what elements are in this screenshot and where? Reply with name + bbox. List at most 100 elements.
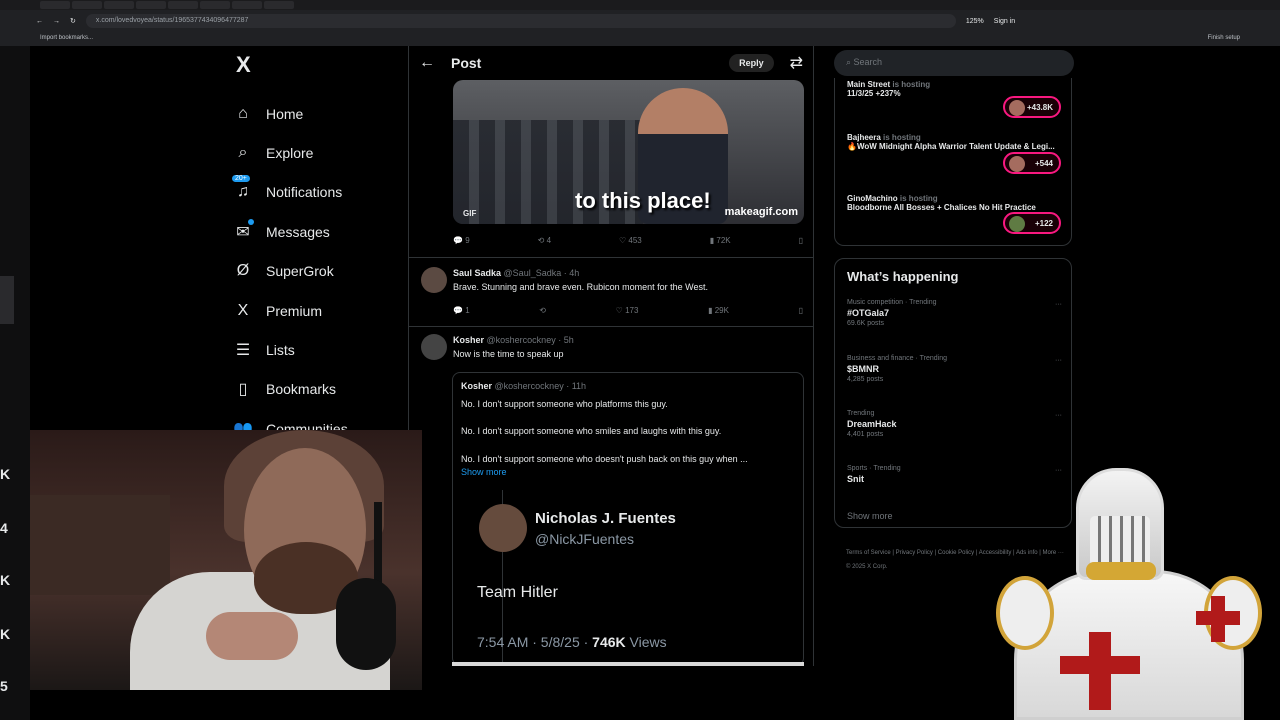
browser-tab[interactable] — [232, 1, 262, 9]
left-overlay-strip: K 4 K K 5 — [0, 46, 30, 720]
notifications-badge: 20+ — [232, 175, 250, 183]
forward-icon[interactable]: → — [53, 18, 60, 25]
trend-context: Business and finance · Trending — [847, 355, 948, 362]
embed-meta: 7:54 AM · 5/8/25 · 746K Views — [477, 634, 667, 650]
space-listeners-pill[interactable]: +544 — [1003, 152, 1061, 174]
reply-count-value: 9 — [465, 236, 470, 245]
tweet-actions: 💬 1 ⟲ ♡ 173 ▮ 29K ▯ — [453, 306, 803, 315]
space-host: Bajheera is hosting — [847, 133, 1067, 142]
space-listeners-pill[interactable]: +122 — [1003, 212, 1061, 234]
browser-tab[interactable] — [136, 1, 166, 9]
trend-item[interactable]: Business and finance · Trending $BMNR 4,28… — [847, 355, 1062, 383]
trend-name: #OTGala7 — [847, 308, 890, 318]
finish-setup[interactable]: Finish setup — [1208, 35, 1240, 43]
space-item[interactable]: GinoMachino is hosting Bloodborne All Bo… — [847, 194, 1067, 214]
zoom-level[interactable]: 125% — [966, 18, 984, 25]
tweet-text: Now is the time to speak up — [453, 349, 564, 359]
like-count-value: 453 — [628, 236, 642, 245]
view-count[interactable]: ▮ 29K — [708, 306, 729, 315]
avatar[interactable] — [421, 267, 447, 293]
trend-posts: 4,285 posts — [847, 376, 884, 383]
trend-name: $BMNR — [847, 364, 880, 374]
more-icon[interactable]: ··· — [1055, 357, 1062, 364]
reload-icon[interactable]: ↻ — [70, 17, 76, 25]
gif-media[interactable]: to this place! makeagif.com GIF — [453, 80, 804, 224]
nav-label-notifications: Notifications — [266, 184, 343, 201]
space-host: Main Street is hosting — [847, 80, 1067, 89]
nav-item-explore[interactable]: ⌕ Explore — [228, 133, 408, 172]
tweet-header: Saul Sadka @Saul_Sadka · 4h — [453, 268, 579, 278]
nav-item-home[interactable]: ⌂ Home — [228, 94, 408, 133]
tweet-header: Kosher @koshercockney · 5h — [453, 335, 574, 345]
reply-button[interactable]: Reply — [729, 54, 774, 72]
tweet-author[interactable]: Saul Sadka — [453, 268, 501, 278]
address-bar[interactable]: x.com/lovedvoyea/status/1965377434096477… — [85, 14, 956, 28]
space-host-name: Main Street — [847, 80, 891, 89]
live-spaces: Main Street is hosting 11/3/25 +237% +43… — [834, 78, 1072, 246]
back-arrow-icon[interactable]: ← — [419, 54, 435, 72]
space-item[interactable]: Bajheera is hosting 🔥WoW Midnight Alpha … — [847, 133, 1067, 153]
like-count-value: 173 — [625, 306, 639, 315]
nav-item-supergrok[interactable]: Ø SuperGrok — [228, 252, 408, 291]
whats-happening-title: What’s happening — [847, 269, 959, 284]
quote-line: No. I don't support someone who doesn't … — [461, 454, 748, 464]
reply-count[interactable]: 💬 1 — [453, 306, 470, 315]
space-listeners-pill[interactable]: +43.8K — [1003, 96, 1061, 118]
bookmark-action-icon[interactable]: ▯ — [799, 306, 803, 315]
x-logo[interactable]: X — [236, 52, 408, 78]
search-input[interactable]: ⌕ Search — [834, 50, 1074, 76]
trend-item[interactable]: Trending DreamHack 4,401 posts ··· — [847, 410, 1062, 438]
repost-count[interactable]: ⟲ — [539, 306, 546, 315]
embedded-screenshot: Nicholas J. Fuentes @NickJFuentes Team H… — [477, 490, 802, 666]
view-count[interactable]: ▮ 72K — [710, 236, 731, 245]
like-count[interactable]: ♡ 173 — [616, 306, 639, 315]
reply-count[interactable]: 💬 9 — [453, 236, 470, 245]
embed-text: Team Hitler — [477, 584, 558, 601]
embed-handle: @NickJFuentes — [535, 531, 635, 547]
trend-context: Trending — [847, 410, 875, 417]
knight-overlay — [994, 468, 1264, 720]
browser-tab-strip[interactable] — [0, 0, 1280, 10]
trend-item[interactable]: Music competition · Trending #OTGala7 69.6… — [847, 299, 1062, 327]
browser-tab[interactable] — [72, 1, 102, 9]
knight-visor — [1090, 516, 1150, 566]
nav-item-premium[interactable]: X Premium — [228, 291, 408, 330]
browser-tab[interactable] — [168, 1, 198, 9]
tweet-author[interactable]: Kosher — [453, 335, 484, 345]
more-icon[interactable]: ··· — [1055, 412, 1062, 419]
quote-author[interactable]: Kosher — [461, 381, 492, 391]
background-shelf — [30, 495, 170, 595]
post-title: Post — [451, 55, 482, 71]
space-status: is hosting — [899, 194, 938, 203]
search-icon: ⌕ — [846, 57, 854, 67]
nav-item-messages[interactable]: ✉ Messages — [228, 212, 408, 251]
sign-in-button[interactable]: Sign in — [994, 18, 1015, 25]
tweet-handle: @Saul_Sadka · 4h — [503, 268, 580, 278]
browser-toolbar: ← → ↻ x.com/lovedvoyea/status/1965377434… — [0, 10, 1280, 32]
browser-tab[interactable] — [40, 1, 70, 9]
avatar[interactable] — [421, 334, 447, 360]
bookmark-action-icon[interactable]: ▯ — [799, 236, 803, 245]
space-status: is hosting — [883, 133, 921, 142]
browser-tab[interactable] — [104, 1, 134, 9]
back-icon[interactable]: ← — [36, 18, 43, 25]
like-count[interactable]: ♡ 453 — [619, 236, 642, 245]
search-icon: ⌕ — [238, 144, 248, 162]
more-icon[interactable]: ··· — [1055, 301, 1062, 308]
show-more-link[interactable]: Show more — [461, 467, 507, 477]
embed-views-count: 746K — [592, 634, 626, 650]
repost-count[interactable]: ⟲ 4 — [538, 236, 551, 245]
quote-line: No. I don't support someone who smiles a… — [461, 426, 722, 436]
settings-icon[interactable]: ⇄ — [790, 53, 803, 73]
nav-item-notifications[interactable]: ♫ 20+ Notifications — [228, 173, 408, 212]
nav-item-bookmarks[interactable]: ▯ Bookmarks — [228, 370, 408, 409]
browser-tab[interactable] — [200, 1, 230, 9]
import-bookmarks[interactable]: Import bookmarks... — [40, 35, 93, 43]
quote-header: Kosher @koshercockney · 11h — [461, 381, 586, 391]
nav-label-supergrok: SuperGrok — [266, 263, 334, 280]
nav-item-lists[interactable]: ☰ Lists — [228, 330, 408, 369]
trend-context: Music competition · Trending — [847, 299, 937, 306]
nav-label-home: Home — [266, 105, 304, 122]
browser-tab[interactable] — [264, 1, 294, 9]
left-strip-letter: K — [0, 466, 11, 482]
